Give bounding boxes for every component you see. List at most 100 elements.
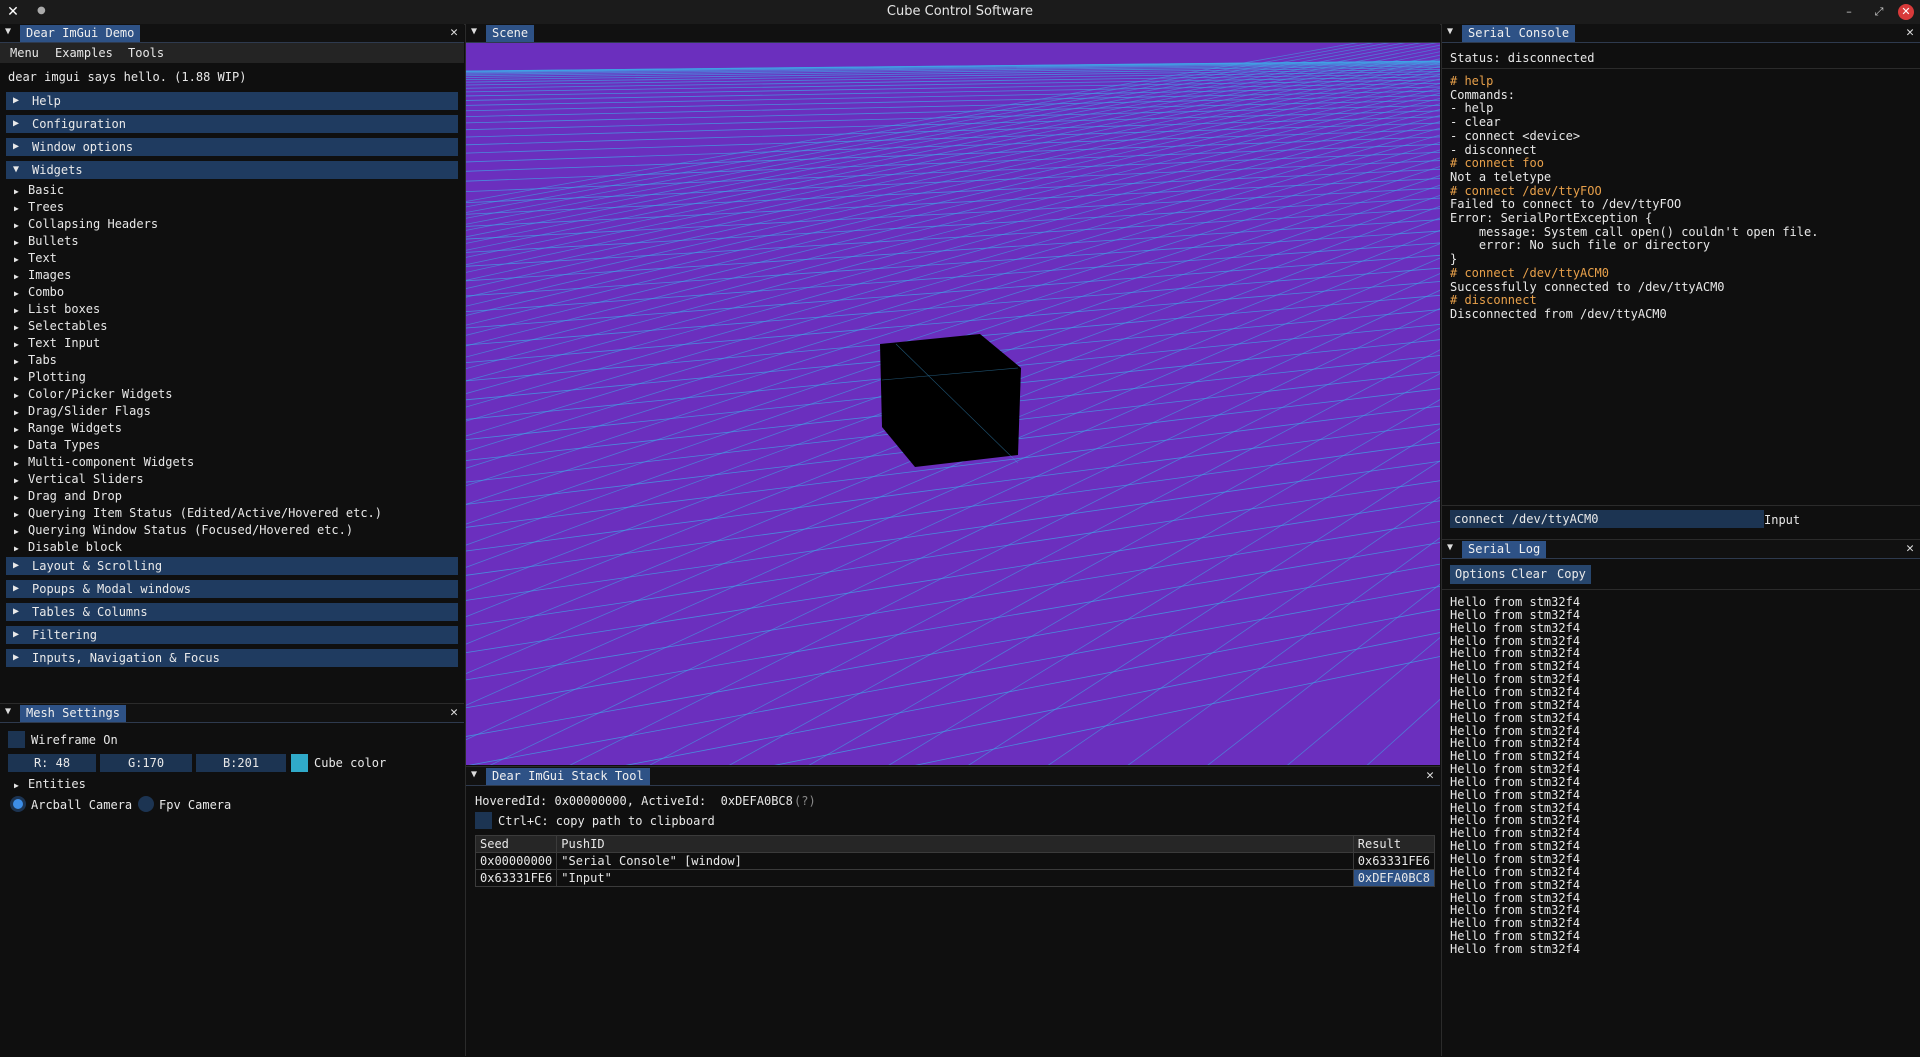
expand-arrow-icon: ▶	[14, 306, 19, 315]
console-output-line: - disconnect	[1450, 142, 1537, 157]
widget-tree-node[interactable]: ▶ Range Widgets	[14, 421, 122, 437]
widget-tree-node[interactable]: ▶ Images	[14, 268, 71, 284]
widget-tree-node[interactable]: ▶ Querying Window Status (Focused/Hovered…	[14, 523, 353, 539]
widget-tree-node[interactable]: ▶ Bullets	[14, 234, 79, 250]
result-cell: 0x63331FE6	[1352, 852, 1436, 870]
mesh-settings-titlebar[interactable]: ▼ Mesh Settings ✕	[0, 704, 464, 723]
widget-tree-node[interactable]: ▶ Disable block	[14, 540, 122, 556]
demo-window-titlebar[interactable]: ▼ Dear ImGui Demo ✕	[0, 24, 464, 43]
expand-arrow-icon: ▶	[14, 357, 19, 366]
wireframe-checkbox[interactable]	[8, 731, 25, 748]
widget-tree-node[interactable]: ▶ Tabs	[14, 353, 57, 369]
demo-window-tab[interactable]: Dear ImGui Demo	[20, 25, 141, 42]
expand-arrow-icon: ▶	[13, 606, 20, 617]
color-b-field[interactable]: B:201	[196, 754, 286, 772]
widget-tree-node[interactable]: ▶ Querying Item Status (Edited/Active/Hov…	[14, 506, 382, 522]
close-icon[interactable]: ✕	[1906, 25, 1914, 40]
grid-line	[466, 187, 1440, 240]
expand-arrow-icon: ▶	[14, 442, 19, 451]
expand-arrow-icon: ▶	[13, 95, 20, 106]
serial-console-tab[interactable]: Serial Console	[1462, 25, 1576, 42]
grid-line	[466, 104, 1440, 131]
copy-button[interactable]: Copy	[1552, 565, 1591, 584]
widget-tree-node[interactable]: ▶ Text Input	[14, 336, 100, 352]
widget-tree-node[interactable]: ▶ Selectables	[14, 319, 107, 335]
collapse-arrow-icon[interactable]: ▼	[1447, 26, 1453, 37]
console-output-line: Commands:	[1450, 87, 1516, 102]
color-r-field[interactable]: R: 48	[8, 754, 96, 772]
widget-tree-node[interactable]: ▶ Combo	[14, 285, 64, 301]
widget-tree-node[interactable]: ▶ Text	[14, 251, 57, 267]
section-window-options[interactable]: ▶ Window options	[6, 138, 458, 156]
window-close-icon[interactable]: ✕	[1898, 4, 1914, 20]
grid-line	[466, 99, 1440, 124]
scene-tab[interactable]: Scene	[486, 25, 535, 42]
stack-table: Seed PushID Result 0x00000000 "Serial Co…	[474, 835, 1436, 887]
scene-viewport[interactable]	[466, 43, 1440, 765]
help-marker[interactable]: (?)	[794, 794, 816, 808]
serial-console-titlebar[interactable]: ▼ Serial Console ✕	[1442, 24, 1920, 43]
connection-status: Status: disconnected	[1450, 51, 1595, 65]
fpv-camera-radio[interactable]	[138, 796, 154, 812]
scene-titlebar[interactable]: ▼ Scene	[466, 24, 1440, 43]
minimize-icon[interactable]: –	[1840, 3, 1858, 21]
widget-tree-node[interactable]: ▶ Color/Picker Widgets	[14, 387, 173, 403]
collapse-arrow-icon[interactable]: ▼	[5, 26, 11, 37]
column-result[interactable]: Result	[1352, 835, 1436, 853]
widget-tree-node[interactable]: ▶ Vertical Sliders	[14, 472, 144, 488]
widget-tree-node[interactable]: ▶ Trees	[14, 200, 64, 216]
widget-tree-node[interactable]: ▶ Drag/Slider Flags	[14, 404, 151, 420]
widget-tree-node[interactable]: ▶ Collapsing Headers	[14, 217, 158, 233]
collapse-arrow-icon[interactable]: ▼	[471, 769, 477, 780]
close-icon[interactable]: ✕	[1426, 768, 1434, 783]
section-inputs-navigation[interactable]: ▶ Inputs, Navigation & Focus	[6, 649, 458, 667]
stack-tool-titlebar[interactable]: ▼ Dear ImGui Stack Tool ✕	[466, 767, 1440, 786]
widget-tree-node[interactable]: ▶ Data Types	[14, 438, 100, 454]
copy-path-checkbox[interactable]	[475, 812, 492, 829]
cube[interactable]	[880, 334, 1021, 467]
close-icon[interactable]: ✕	[1906, 541, 1914, 556]
serial-log-tab[interactable]: Serial Log	[1462, 541, 1547, 558]
scene-canvas[interactable]	[466, 43, 1440, 765]
section-filtering[interactable]: ▶ Filtering	[6, 626, 458, 644]
expand-arrow-icon: ▶	[14, 340, 19, 349]
section-help[interactable]: ▶ Help	[6, 92, 458, 110]
serial-console-window: ▼ Serial Console ✕ Status: disconnected …	[1442, 24, 1920, 537]
expand-arrow-icon: ▶	[13, 141, 20, 152]
section-layout-scrolling[interactable]: ▶ Layout & Scrolling	[6, 557, 458, 575]
entities-tree-node[interactable]: ▶ Entities	[14, 777, 86, 793]
widget-tree-node[interactable]: ▶ Multi-component Widgets	[14, 455, 194, 471]
collapse-arrow-icon[interactable]: ▼	[5, 706, 11, 717]
cube-color-swatch[interactable]	[291, 754, 308, 772]
arcball-camera-radio[interactable]	[10, 796, 26, 812]
expand-arrow-icon: ▶	[14, 323, 19, 332]
close-icon[interactable]: ✕	[450, 705, 458, 720]
maximize-icon[interactable]: ⤢	[1870, 3, 1888, 21]
collapse-arrow-icon[interactable]: ▼	[471, 26, 477, 37]
menu-item-menu[interactable]: Menu	[10, 46, 39, 60]
expand-arrow-icon: ▶	[14, 527, 19, 536]
widget-tree-node[interactable]: ▶ Plotting	[14, 370, 86, 386]
section-widgets[interactable]: ▼ Widgets	[6, 161, 458, 179]
console-input[interactable]: connect /dev/ttyACM0	[1450, 510, 1764, 528]
color-g-field[interactable]: G:170	[100, 754, 192, 772]
widget-tree-node[interactable]: ▶ Drag and Drop	[14, 489, 122, 505]
widget-tree-node[interactable]: ▶ List boxes	[14, 302, 100, 318]
demo-menubar: Menu Examples Tools	[0, 43, 464, 63]
section-popups-modal[interactable]: ▶ Popups & Modal windows	[6, 580, 458, 598]
column-pushid[interactable]: PushID	[556, 835, 1354, 853]
column-seed[interactable]: Seed	[474, 835, 558, 853]
section-configuration[interactable]: ▶ Configuration	[6, 115, 458, 133]
menu-item-examples[interactable]: Examples	[55, 46, 113, 60]
options-button[interactable]: Options	[1450, 565, 1511, 584]
widget-tree-node[interactable]: ▶ Basic	[14, 183, 64, 199]
mesh-settings-tab[interactable]: Mesh Settings	[20, 705, 126, 722]
serial-log-titlebar[interactable]: ▼ Serial Log ✕	[1442, 540, 1920, 559]
menu-item-tools[interactable]: Tools	[128, 46, 164, 60]
close-icon[interactable]: ✕	[450, 25, 458, 40]
grid-line	[468, 585, 1440, 765]
stack-tool-tab[interactable]: Dear ImGui Stack Tool	[486, 768, 650, 785]
clear-button[interactable]: Clear	[1506, 565, 1553, 584]
collapse-arrow-icon[interactable]: ▼	[1447, 542, 1453, 553]
section-tables-columns[interactable]: ▶ Tables & Columns	[6, 603, 458, 621]
